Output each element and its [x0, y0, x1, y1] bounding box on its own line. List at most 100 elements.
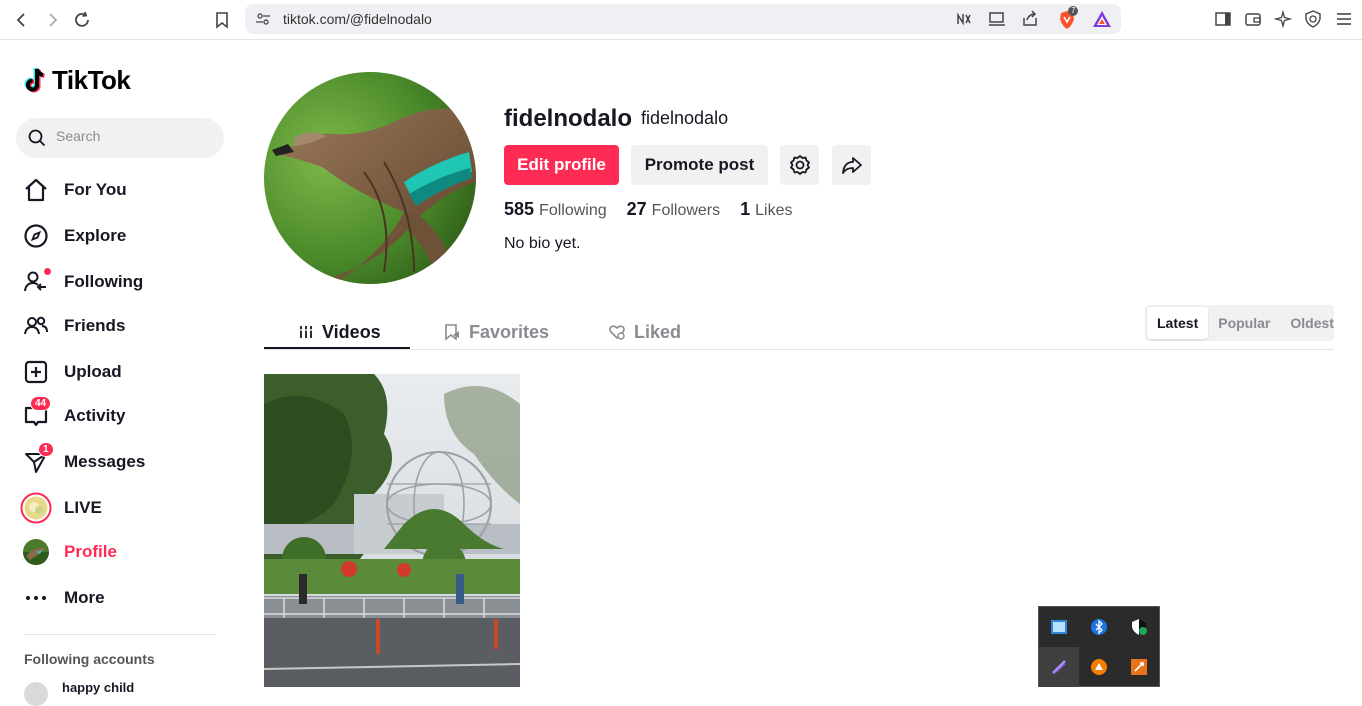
followers-count: 27	[626, 199, 647, 219]
activity-icon: 44	[20, 396, 52, 432]
share-profile-button[interactable]	[832, 145, 871, 185]
security-shield-icon[interactable]	[1119, 607, 1159, 647]
sort-popular[interactable]: Popular	[1208, 307, 1280, 339]
live-avatar-icon	[20, 492, 52, 524]
new-dot	[44, 268, 51, 275]
more-dots-icon	[20, 582, 52, 614]
tiktok-logo[interactable]: TikTok	[24, 65, 131, 96]
address-bar[interactable]: tiktok.com/@fidelnodalo 7	[245, 4, 1121, 34]
home-icon	[20, 174, 52, 206]
sidebar-item-activity[interactable]: 44 Activity	[20, 396, 220, 436]
likes-label: Likes	[755, 202, 793, 219]
forward-arrow-icon[interactable]	[40, 8, 64, 32]
profile-avatar[interactable]	[264, 72, 476, 284]
following-icon	[20, 266, 52, 298]
reload-icon[interactable]	[70, 8, 94, 32]
profile-username: fidelnodalo	[504, 105, 632, 132]
likes-count: 1	[740, 199, 751, 219]
tiktok-note-icon	[24, 67, 45, 92]
send-icon: 1	[20, 442, 54, 478]
active-tab-indicator	[264, 347, 410, 349]
gear-icon	[789, 155, 810, 175]
activity-badge: 44	[30, 396, 52, 411]
bluetooth-icon[interactable]	[1079, 607, 1119, 647]
profile-avatar-icon	[20, 536, 52, 568]
messages-badge: 1	[38, 442, 54, 457]
tab-videos[interactable]: Videos	[298, 314, 381, 350]
video-thumbnail[interactable]	[264, 374, 520, 687]
following-label: Following	[539, 202, 607, 219]
sidebar-item-following[interactable]: Following	[20, 262, 220, 302]
tray-app-icon[interactable]	[1039, 607, 1079, 647]
sidebar-item-messages[interactable]: 1 Messages	[20, 442, 220, 482]
profile-nickname: fidelnodalo	[641, 108, 729, 128]
tray-tool-icon[interactable]	[1119, 647, 1159, 687]
promote-post-button[interactable]: Promote post	[631, 145, 768, 185]
sort-segmented-control: Latest Popular Oldest	[1145, 305, 1334, 341]
tab-label: Videos	[322, 321, 381, 342]
site-settings-icon[interactable]	[255, 11, 271, 32]
following-count: 585	[504, 199, 535, 219]
followers-stat[interactable]: 27 Followers	[627, 199, 721, 220]
sidebar-toggle-icon[interactable]	[1214, 10, 1234, 30]
profile-bio: No bio yet.	[504, 235, 581, 252]
cast-icon[interactable]	[988, 10, 1006, 28]
profile-stats: 585 Following 27 Followers 1 Likes	[504, 199, 813, 220]
tabs-divider	[264, 349, 1334, 350]
sidebar-item-more[interactable]: More	[20, 578, 220, 618]
tab-label: Liked	[634, 321, 682, 342]
sidebar-item-friends[interactable]: Friends	[20, 306, 220, 346]
search-input[interactable]	[56, 128, 216, 144]
compass-icon	[20, 220, 52, 252]
settings-button[interactable]	[780, 145, 819, 185]
translate-off-icon[interactable]	[955, 10, 973, 28]
liked-heart-icon	[608, 323, 626, 341]
sidebar-item-for-you[interactable]: For You	[20, 170, 220, 210]
tab-label: Favorites	[469, 321, 550, 342]
likes-stat: 1 Likes	[740, 199, 792, 220]
sidebar-item-explore[interactable]: Explore	[20, 216, 220, 256]
following-stat[interactable]: 585 Following	[504, 199, 607, 220]
sidebar-item-label: Activity	[64, 406, 126, 425]
tab-favorites[interactable]: Favorites	[443, 314, 549, 350]
sort-oldest[interactable]: Oldest	[1280, 307, 1344, 339]
share-icon[interactable]	[1021, 10, 1039, 28]
avast-icon[interactable]	[1079, 647, 1119, 687]
sidebar-item-label: Friends	[64, 316, 126, 335]
search-box[interactable]	[16, 118, 224, 158]
menu-hamburger-icon[interactable]	[1335, 10, 1355, 30]
pen-app-icon[interactable]	[1039, 647, 1079, 687]
bookmark-icon[interactable]	[210, 8, 234, 32]
sidebar: TikTok For You Explore Following Friends…	[0, 40, 240, 706]
sidebar-item-label: LIVE	[64, 498, 102, 517]
url-text[interactable]: tiktok.com/@fidelnodalo	[283, 11, 432, 27]
account-name: happy child	[62, 680, 135, 695]
account-avatar	[24, 682, 48, 706]
vpn-shield-icon[interactable]	[1304, 10, 1324, 30]
brave-rewards-icon[interactable]	[1092, 10, 1111, 28]
tab-liked[interactable]: Liked	[608, 314, 681, 350]
wallet-icon[interactable]	[1244, 10, 1264, 30]
sort-latest[interactable]: Latest	[1147, 307, 1209, 339]
sidebar-item-label: Messages	[64, 452, 146, 471]
sidebar-item-profile[interactable]: Profile	[20, 532, 220, 572]
logo-text: TikTok	[52, 65, 131, 95]
friends-icon	[20, 310, 52, 342]
sidebar-item-upload[interactable]: Upload	[20, 352, 220, 392]
brave-shields-icon[interactable]: 7	[1057, 6, 1079, 29]
search-icon	[28, 129, 46, 147]
sidebar-item-label: For You	[64, 180, 127, 199]
followers-label: Followers	[651, 202, 721, 219]
sidebar-item-label: Profile	[64, 542, 117, 561]
following-accounts-title: Following accounts	[24, 651, 155, 667]
favorites-bookmark-icon	[443, 323, 461, 341]
videos-grid-icon	[298, 324, 314, 340]
sidebar-item-label: Upload	[64, 362, 122, 381]
leo-ai-icon[interactable]	[1273, 9, 1294, 30]
back-arrow-icon[interactable]	[10, 8, 34, 32]
video-thumbnail-image	[264, 374, 520, 687]
sidebar-item-label: Following	[64, 272, 144, 291]
sidebar-item-live[interactable]: LIVE	[20, 488, 220, 528]
edit-profile-button[interactable]: Edit profile	[504, 145, 619, 185]
browser-toolbar: tiktok.com/@fidelnodalo 7	[0, 0, 1362, 40]
